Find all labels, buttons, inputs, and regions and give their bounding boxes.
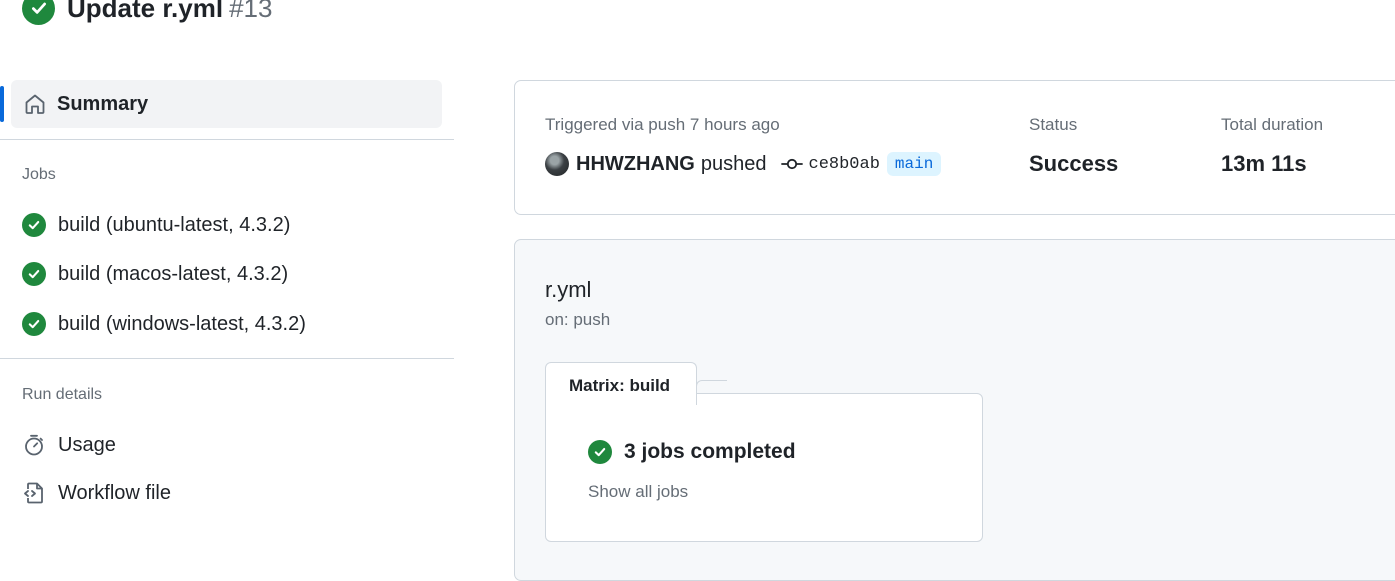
show-all-jobs-link[interactable]: Show all jobs [588,482,688,502]
actor-link[interactable]: HHWZHANG [576,153,695,176]
actor-action: pushed [700,152,767,175]
avatar[interactable] [545,152,569,176]
job-label: build (windows-latest, 4.3.2) [58,312,306,335]
sidebar-item-usage[interactable]: Usage [22,430,116,460]
duration-label: Total duration [1221,115,1324,134]
matrix-tab: Matrix: build [545,362,697,405]
run-summary-card [514,80,1395,215]
sidebar-divider [0,139,454,140]
sidebar-divider [0,358,454,359]
matrix-job-group [545,393,983,542]
file-code-icon [24,482,43,504]
sidebar-job-item[interactable]: build (ubuntu-latest, 4.3.2) [22,210,290,240]
page-title: Update r.yml #13 [67,0,272,24]
job-label: build (macos-latest, 4.3.2) [58,262,289,285]
jobs-completed-text: 3 jobs completed [624,440,796,463]
branch-badge[interactable]: main [886,152,942,176]
workflow-file-label: Workflow file [58,481,171,504]
jobs-completed-row: 3 jobs completed [588,440,796,464]
active-indicator [0,86,4,122]
commit-sha-link[interactable]: ce8b0ab [809,155,880,174]
success-check-icon [22,213,46,237]
status-label: Status [1029,115,1078,134]
sidebar-item-summary[interactable]: Summary [11,80,442,128]
matrix-label: Matrix: build [569,376,671,395]
success-check-icon [588,440,612,464]
workflow-trigger: on: push [545,310,611,329]
actor-row: HHWZHANG pushed ce8b0ab main [545,152,942,176]
sidebar-job-item[interactable]: build (macos-latest, 4.3.2) [22,259,288,289]
stopwatch-icon [25,434,43,456]
workflow-name: r.yml [545,277,592,302]
usage-label: Usage [58,433,116,456]
success-check-icon [22,312,46,336]
jobs-heading: Jobs [22,166,56,183]
sidebar-item-workflow-file[interactable]: Workflow file [22,478,171,508]
commit-icon [780,158,803,170]
sidebar-item-label: Summary [57,92,149,115]
sidebar-job-item[interactable]: build (windows-latest, 4.3.2) [22,309,306,339]
job-label: build (ubuntu-latest, 4.3.2) [58,213,291,236]
home-icon [25,94,45,114]
trigger-text: Triggered via push 7 hours ago [545,115,780,134]
success-check-icon [22,262,46,286]
run-details-heading: Run details [22,386,103,403]
success-check-icon [22,0,55,25]
run-number: #13 [229,0,273,23]
duration-value: 13m 11s [1221,151,1307,176]
run-title: Update r.yml [67,0,224,23]
status-value: Success [1029,151,1119,176]
page-title-row: Update r.yml #13 [22,0,272,28]
